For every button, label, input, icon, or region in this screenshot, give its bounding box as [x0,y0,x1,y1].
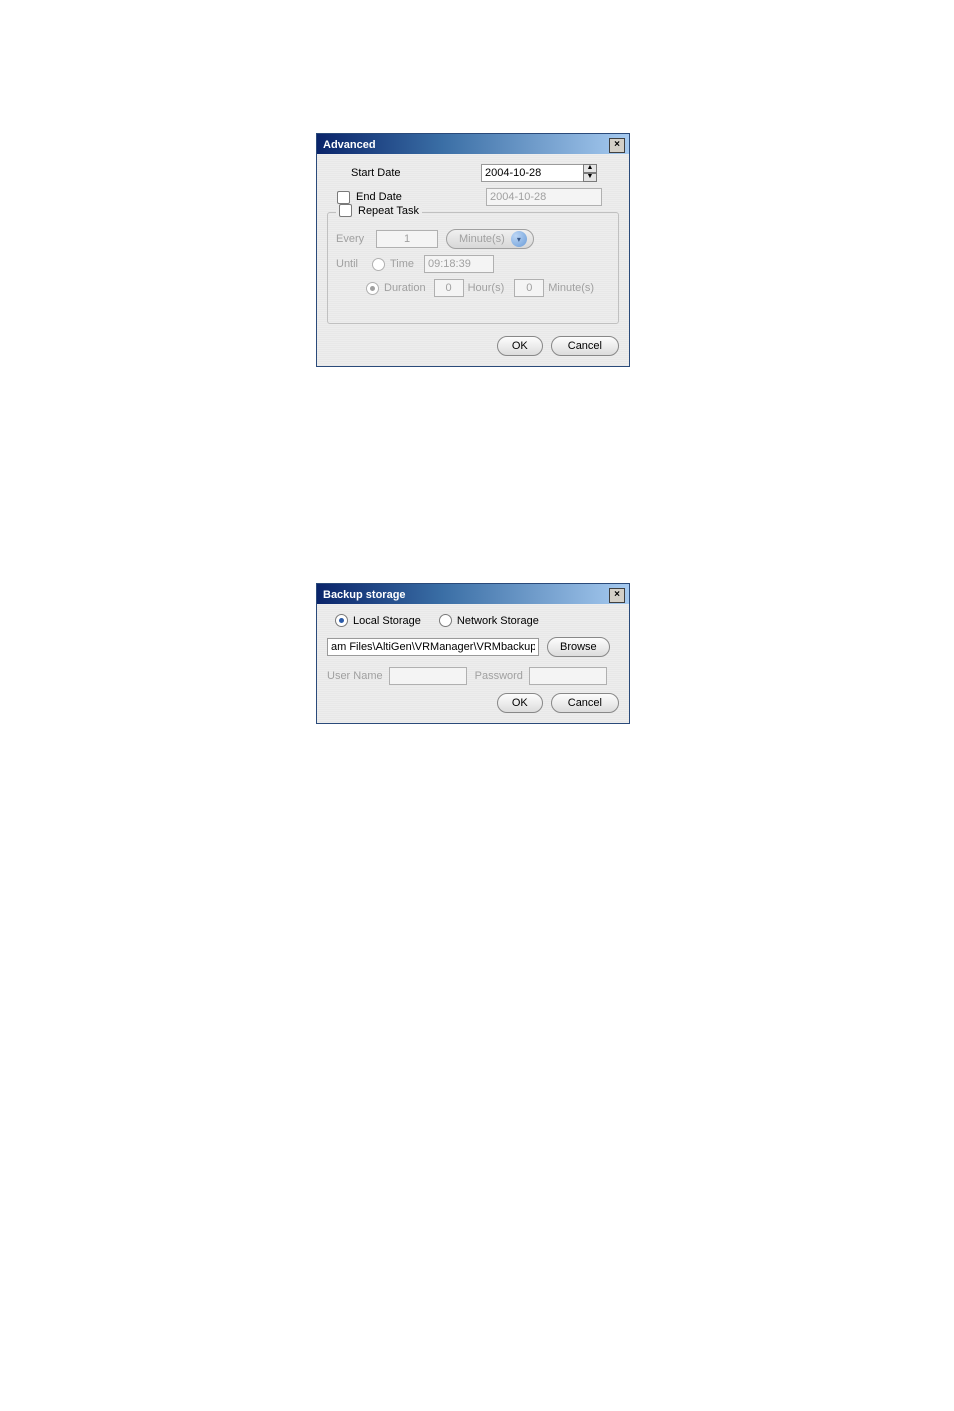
path-input[interactable] [327,638,539,656]
until-row: Until Time [336,255,610,273]
start-date-row: Start Date [327,164,619,182]
duration-row: Duration Hour(s) Minute(s) [336,279,610,297]
local-storage-label: Local Storage [353,615,421,627]
repeat-task-group: Repeat Task Every Minute(s) ▾ Until Time [327,212,619,324]
time-input [424,255,494,273]
spinner-up-icon[interactable] [583,164,597,173]
time-radio [372,258,385,271]
cancel-button[interactable]: Cancel [551,336,619,356]
start-date-label: Start Date [351,167,481,179]
network-storage-radio[interactable] [439,614,452,627]
repeat-legend-label: Repeat Task [358,205,419,217]
dialog-body: Local Storage Network Storage Browse Use… [317,604,629,723]
hours-input [434,279,464,297]
titlebar: Advanced × [317,134,629,154]
credentials-row: User Name Password [327,667,619,685]
network-storage-label: Network Storage [457,615,539,627]
duration-label: Duration [384,282,426,294]
browse-button[interactable]: Browse [547,637,610,657]
end-date-checkbox[interactable] [337,191,350,204]
end-date-input [486,188,602,206]
hours-label: Hour(s) [468,282,505,294]
path-row: Browse [327,637,619,657]
minutes-input [514,279,544,297]
every-row: Every Minute(s) ▾ [336,229,610,249]
ok-button[interactable]: OK [497,693,543,713]
username-input [389,667,467,685]
every-label: Every [336,233,370,245]
ok-button[interactable]: OK [497,336,543,356]
username-label: User Name [327,670,383,682]
dialog-title: Backup storage [323,589,406,601]
close-icon[interactable]: × [609,138,625,153]
time-label: Time [390,258,420,270]
start-date-field[interactable] [481,164,597,182]
minutes-label: Minute(s) [548,282,594,294]
backup-dialog: Backup storage × Local Storage Network S… [316,583,630,724]
repeat-legend: Repeat Task [336,204,422,217]
spinner-down-icon[interactable] [583,173,597,182]
until-label: Until [336,258,366,270]
dialog-title: Advanced [323,139,376,151]
advanced-dialog: Advanced × Start Date End Date Repeat Ta… [316,133,630,367]
every-input [376,230,438,248]
local-storage-radio[interactable] [335,614,348,627]
dialog-body: Start Date End Date Repeat Task Every [317,154,629,366]
unit-dropdown: Minute(s) ▾ [446,229,534,249]
storage-type-row: Local Storage Network Storage [335,614,619,627]
dropdown-arrow-icon: ▾ [511,231,527,247]
end-date-label: End Date [356,191,486,203]
cancel-button[interactable]: Cancel [551,693,619,713]
duration-radio [366,282,379,295]
start-date-input[interactable] [481,164,584,182]
unit-label: Minute(s) [459,233,505,245]
repeat-task-checkbox[interactable] [339,204,352,217]
titlebar: Backup storage × [317,584,629,604]
button-row: OK Cancel [327,693,619,713]
close-icon[interactable]: × [609,588,625,603]
password-input [529,667,607,685]
button-row: OK Cancel [327,336,619,356]
date-spinner[interactable] [583,164,597,182]
password-label: Password [475,670,523,682]
